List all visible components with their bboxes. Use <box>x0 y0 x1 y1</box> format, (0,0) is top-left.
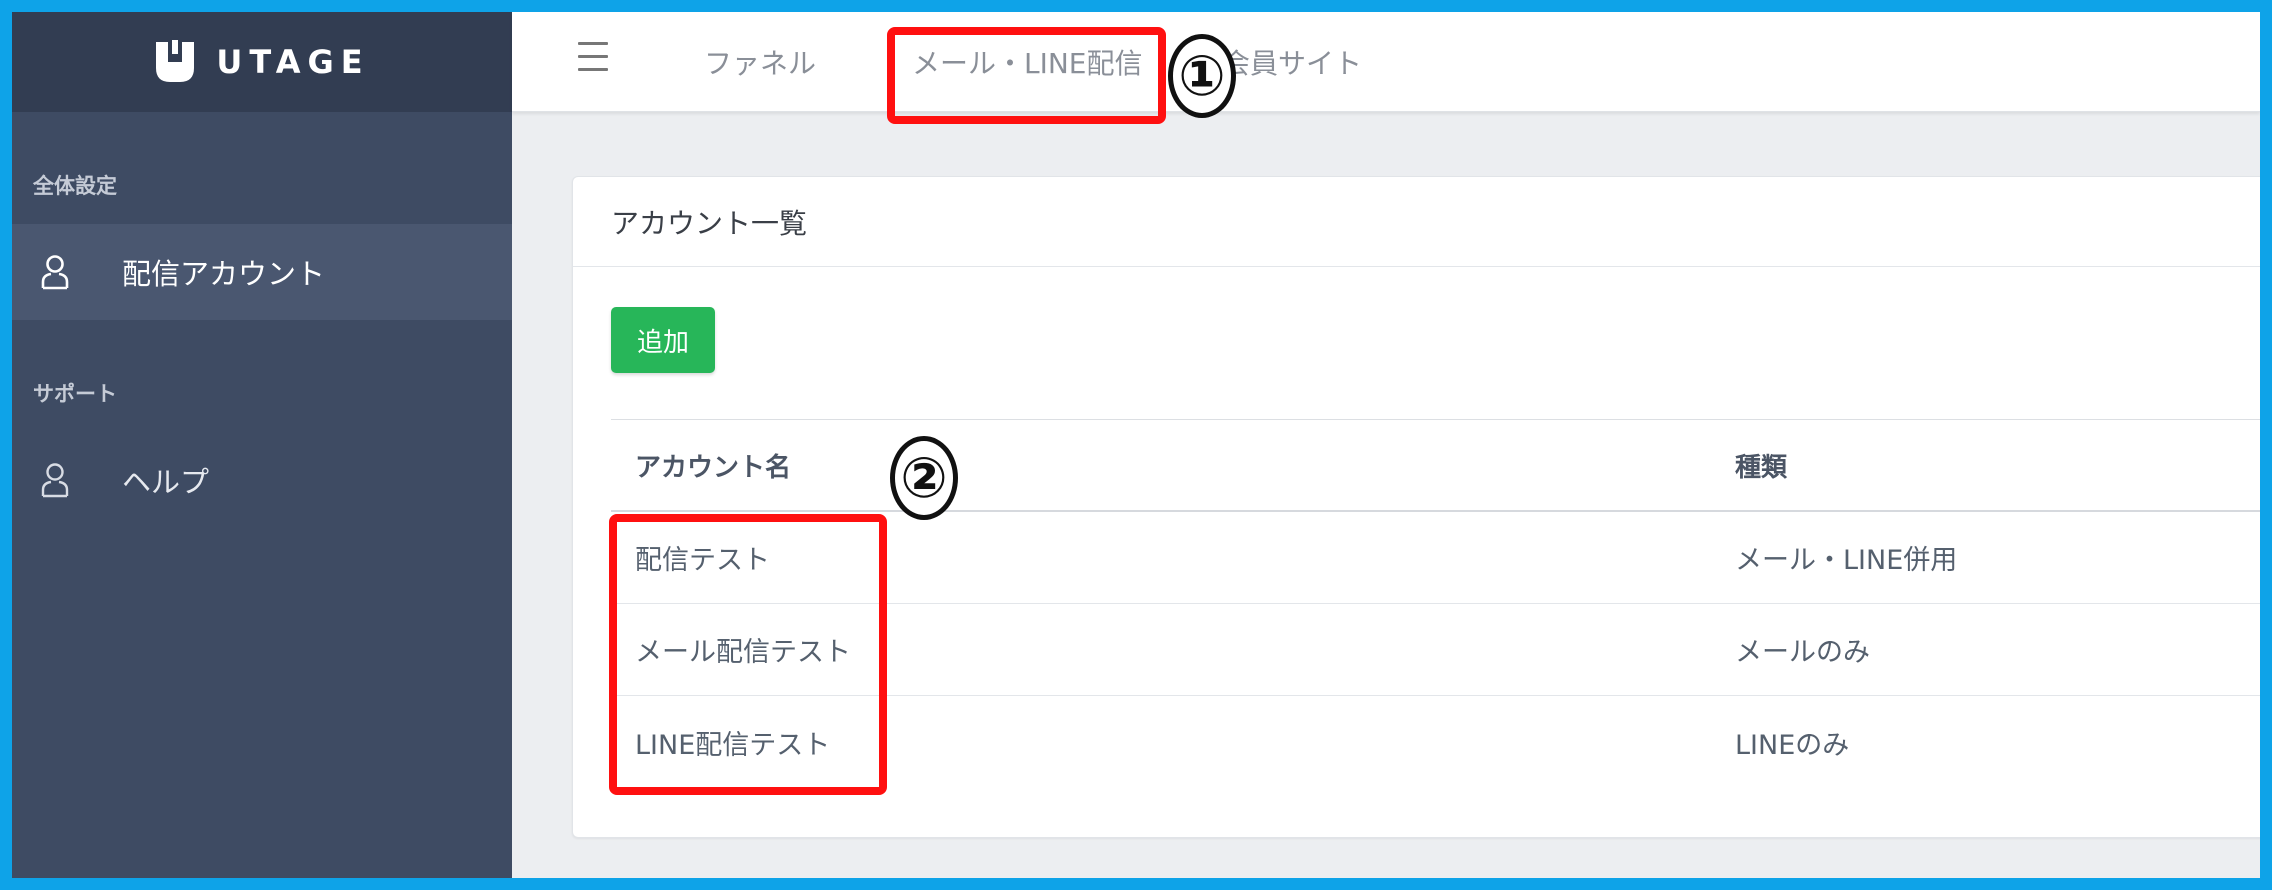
sidebar-item-label: ヘルプ <box>122 465 210 499</box>
user-icon <box>41 463 69 498</box>
card-title: アカウント一覧 <box>573 177 2260 267</box>
sidebar-section-settings: 全体設定 <box>33 174 117 198</box>
sidebar-section-support: サポート <box>33 382 117 406</box>
sidebar-item-help[interactable]: ヘルプ <box>12 432 512 528</box>
account-type-cell: メールのみ <box>1735 637 1870 668</box>
sidebar: UTAGE 全体設定 配信アカウント サポート ヘルプ <box>12 12 512 878</box>
annotation-highlight-nav <box>887 27 1166 124</box>
sidebar-item-label: 配信アカウント <box>122 257 326 291</box>
annotation-marker-2: ② <box>890 436 958 520</box>
annotation-marker-1: ① <box>1168 34 1236 118</box>
column-header-account-name[interactable]: アカウント名 <box>611 447 1735 484</box>
sidebar-item-delivery-accounts[interactable]: 配信アカウント <box>12 224 512 320</box>
brand-header[interactable]: UTAGE <box>12 12 512 112</box>
table-header-row: アカウント名 種類 <box>611 420 2260 512</box>
annotation-highlight-account-names <box>609 514 887 795</box>
nav-link-funnel[interactable]: ファネル <box>704 42 816 82</box>
account-type-cell: LINEのみ <box>1735 729 1850 761</box>
user-icon <box>41 255 69 290</box>
app-window: UTAGE 全体設定 配信アカウント サポート ヘルプ ファネル メール・LIN… <box>12 12 2260 878</box>
account-type-cell: メール・LINE併用 <box>1735 545 1958 576</box>
hamburger-icon[interactable] <box>578 42 608 71</box>
column-header-type[interactable]: 種類 <box>1735 447 2260 484</box>
utage-logo-icon <box>156 40 195 82</box>
add-button[interactable]: 追加 <box>611 307 715 373</box>
top-navigation: ファネル メール・LINE配信 会員サイト <box>512 12 2260 112</box>
nav-link-member-site[interactable]: 会員サイト <box>1222 42 1362 82</box>
brand-name: UTAGE <box>216 43 370 81</box>
